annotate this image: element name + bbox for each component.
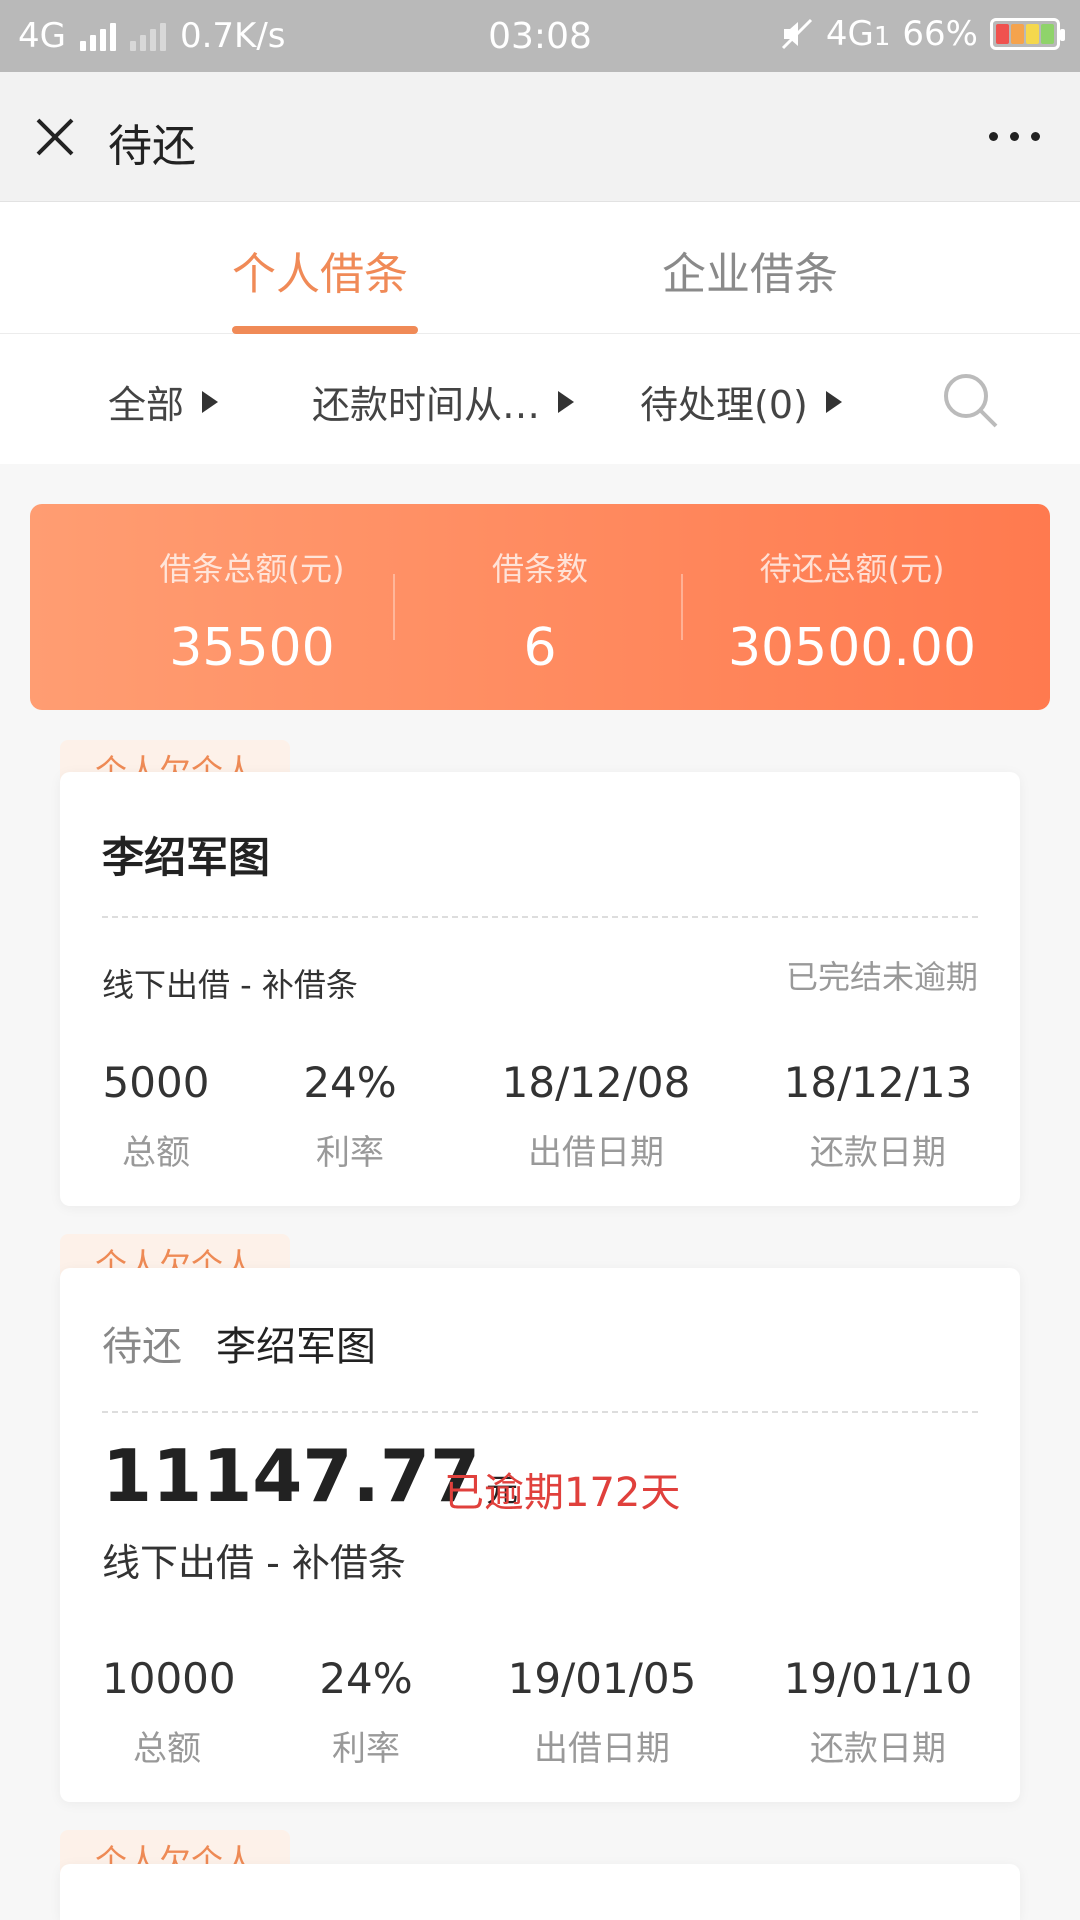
stat-amount-label: 总额 — [122, 1133, 190, 1173]
filter-all-label: 全部 — [108, 383, 185, 427]
stat-rate-label: 利率 — [332, 1729, 400, 1769]
loan-card[interactable]: 李绍军图 线下出借 - 补借条 已完结未逾期 5000 总额 24% 利率 18… — [60, 772, 1020, 1206]
stat-lend-date-value: 19/01/05 — [507, 1654, 697, 1703]
tab-bar: 个人借条 企业借条 — [0, 202, 1080, 334]
summary-count-value: 6 — [523, 618, 557, 678]
summary-total: 借条总额(元) 35500 — [102, 544, 402, 678]
loan-status: 已完结未逾期 — [785, 958, 978, 996]
title-bar: 待还 — [0, 72, 1080, 202]
loan-type: 线下出借 - 补借条 — [102, 966, 358, 1004]
borrower-name: 李绍军图 — [216, 1324, 376, 1370]
summary-pending-label: 待还总额(元) — [759, 550, 945, 588]
stat-lend-date: 19/01/05 出借日期 — [502, 1654, 702, 1770]
tab-enterprise[interactable]: 企业借条 — [662, 238, 838, 302]
filter-repay-time-label: 还款时间从… — [312, 383, 541, 427]
dashed-divider — [102, 1411, 978, 1413]
stat-repay-date-label: 还款日期 — [810, 1133, 946, 1173]
stat-rate-value: 24% — [303, 1058, 397, 1107]
stat-repay-date-label: 还款日期 — [810, 1729, 946, 1769]
stat-rate: 24% 利率 — [300, 1058, 400, 1174]
loan-card[interactable] — [60, 1864, 1020, 1920]
stat-repay-date-value: 18/12/13 — [783, 1058, 973, 1107]
page-title: 待还 — [108, 121, 196, 172]
filter-bar: 全部 还款时间从… 待处理(0) — [0, 334, 1080, 464]
summary-total-value: 35500 — [169, 618, 335, 678]
stat-lend-date-label: 出借日期 — [528, 1133, 664, 1173]
network-right: 4G1 — [825, 14, 891, 54]
close-icon[interactable] — [34, 116, 76, 158]
dashed-divider — [102, 916, 978, 918]
triangle-right-icon — [202, 390, 219, 413]
filter-all[interactable]: 全部 — [108, 374, 219, 429]
stat-amount-value: 10000 — [102, 1654, 236, 1703]
stat-repay-date: 18/12/13 还款日期 — [778, 1058, 978, 1174]
stat-amount: 10000 总额 — [102, 1654, 236, 1770]
filter-pending-label: 待处理(0) — [640, 383, 808, 427]
summary-card: 借条总额(元) 35500 借条数 6 待还总额(元) 30500.00 — [30, 504, 1050, 710]
summary-pending-value: 30500.00 — [727, 618, 977, 678]
stat-lend-date-label: 出借日期 — [534, 1729, 670, 1769]
stat-amount: 5000 总额 — [102, 1058, 210, 1174]
stat-lend-date-value: 18/12/08 — [501, 1058, 691, 1107]
stat-repay-date-value: 19/01/10 — [783, 1654, 973, 1703]
stat-amount-value: 5000 — [102, 1058, 210, 1107]
loan-type: 线下出借 - 补借条 — [102, 1541, 406, 1585]
pending-amount-value: 11147.77 — [102, 1434, 481, 1518]
overdue-badge: 已逾期172天 — [444, 1470, 681, 1516]
stat-lend-date: 18/12/08 出借日期 — [496, 1058, 696, 1174]
stat-rate-label: 利率 — [316, 1133, 384, 1173]
filter-pending[interactable]: 待处理(0) — [640, 374, 842, 429]
pending-label: 待还 — [102, 1324, 182, 1370]
loan-card[interactable]: 待还 李绍军图 11147.77 元 已逾期172天 线下出借 - 补借条 10… — [60, 1268, 1020, 1802]
mute-icon — [781, 18, 812, 50]
status-right: 4G1 66% — [780, 14, 1065, 54]
more-icon[interactable] — [989, 132, 1040, 141]
borrower-name: 李绍军图 — [102, 833, 271, 882]
summary-divider — [681, 574, 683, 640]
battery-icon — [990, 18, 1065, 50]
triangle-right-icon — [825, 390, 842, 413]
summary-count-label: 借条数 — [491, 550, 588, 588]
stat-repay-date: 19/01/10 还款日期 — [778, 1654, 978, 1770]
triangle-right-icon — [558, 390, 575, 413]
summary-count: 借条数 6 — [390, 544, 690, 678]
tab-personal[interactable]: 个人借条 — [232, 238, 408, 302]
status-bar: 4G 0.7K/s 03:08 4G1 66% — [0, 0, 1080, 72]
stat-rate: 24% 利率 — [316, 1654, 416, 1770]
stat-amount-label: 总额 — [133, 1729, 201, 1769]
summary-total-label: 借条总额(元) — [159, 550, 345, 588]
search-icon[interactable] — [940, 370, 1000, 430]
summary-pending: 待还总额(元) 30500.00 — [702, 544, 1002, 678]
stat-rate-value: 24% — [319, 1654, 413, 1703]
battery-percent: 66% — [902, 14, 978, 54]
filter-repay-time[interactable]: 还款时间从… — [312, 374, 575, 429]
tab-underline — [232, 326, 418, 334]
